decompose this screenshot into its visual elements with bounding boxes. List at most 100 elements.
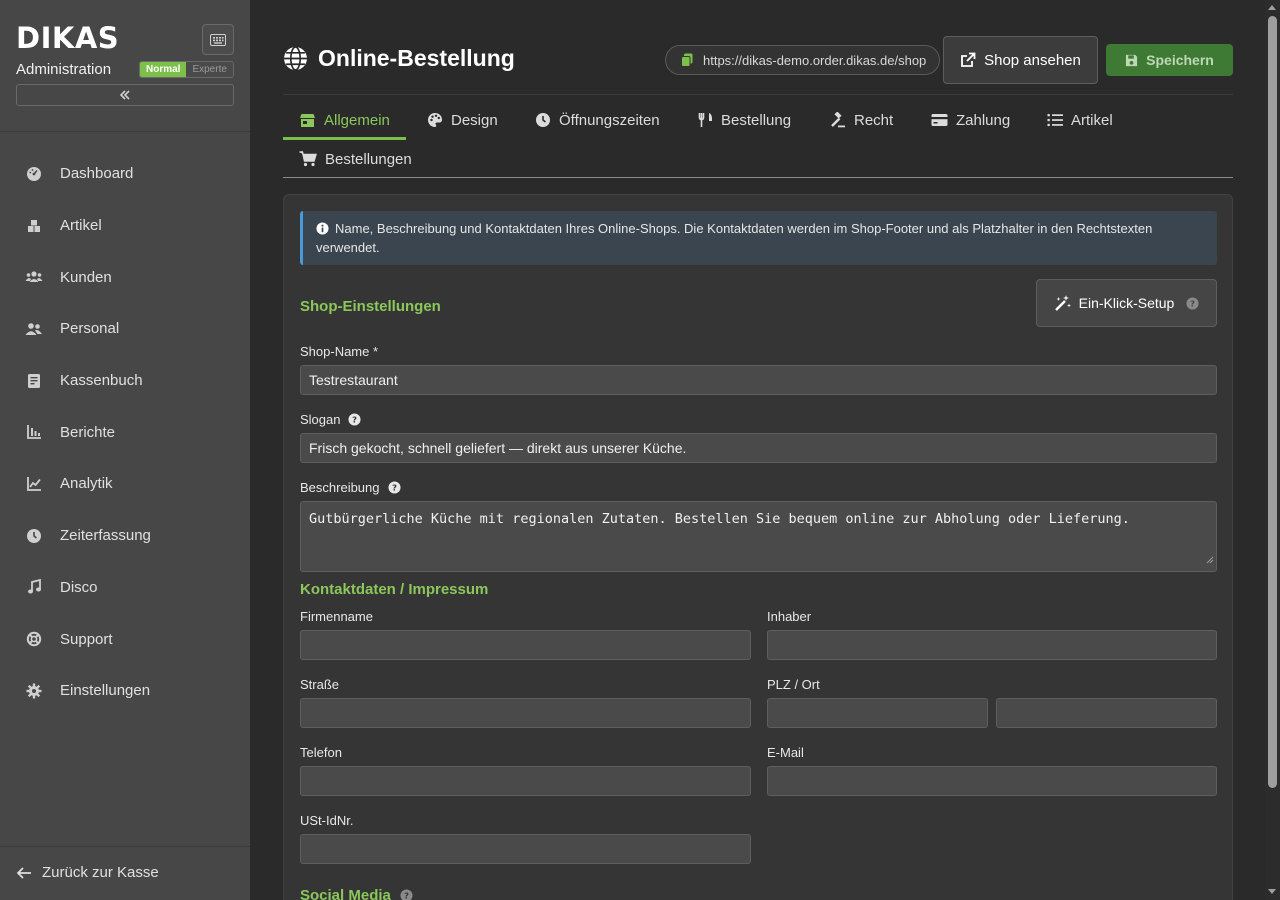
- vat-id-input[interactable]: [300, 834, 751, 864]
- book-icon: [25, 372, 43, 390]
- description-textarea[interactable]: Gutbürgerliche Küche mit regionalen Zuta…: [300, 501, 1217, 572]
- email-input[interactable]: [767, 766, 1217, 796]
- logo-text: DIKAS: [16, 21, 120, 55]
- tab-bestellungen[interactable]: Bestellungen: [283, 140, 428, 178]
- tab-recht[interactable]: Recht: [814, 101, 909, 139]
- sidebar-item-label: Support: [60, 630, 113, 648]
- company-input[interactable]: [300, 630, 751, 660]
- help-icon[interactable]: ?: [387, 481, 401, 494]
- description-label-text: Beschreibung: [300, 480, 380, 495]
- globe-icon: [283, 46, 308, 71]
- shop-name-label: Shop-Name *: [300, 344, 378, 359]
- company-label: Firmenname: [300, 609, 373, 624]
- magic-wand-icon: [1054, 294, 1072, 312]
- mode-expert-button[interactable]: Experte: [186, 62, 233, 77]
- tab-label: Öffnungszeiten: [559, 111, 660, 129]
- section-title-shop-settings: Shop-Einstellungen: [300, 298, 441, 315]
- music-icon: [25, 578, 43, 596]
- slogan-label-text: Slogan: [300, 412, 341, 427]
- slogan-input[interactable]: Frisch gekocht, schnell geliefert — dire…: [300, 433, 1217, 463]
- tab-oeffnungszeiten[interactable]: Öffnungszeiten: [519, 101, 676, 139]
- sidebar-item-personal[interactable]: Personal: [0, 303, 250, 355]
- social-title-text: Social Media: [300, 887, 391, 900]
- sidebar-item-berichte[interactable]: Berichte: [0, 406, 250, 458]
- staff-icon: [25, 320, 43, 338]
- one-click-setup-label: Ein-Klick-Setup: [1078, 295, 1175, 311]
- street-label: Straße: [300, 677, 340, 692]
- external-link-icon: [960, 52, 976, 68]
- logo: DIKAS: [16, 22, 119, 54]
- sidebar-item-kunden[interactable]: Kunden: [0, 251, 250, 303]
- sidebar-divider: [0, 846, 250, 847]
- svg-text:?: ?: [392, 483, 397, 493]
- tab-artikel[interactable]: Artikel: [1031, 101, 1129, 139]
- keyboard-icon: [210, 33, 226, 46]
- users-icon: [25, 268, 43, 286]
- shop-url-pill[interactable]: https://dikas-demo.order.dikas.de/shop: [665, 45, 941, 75]
- tab-label: Bestellung: [721, 111, 792, 129]
- collapse-sidebar-button[interactable]: [16, 84, 234, 106]
- utensils-icon: [698, 112, 713, 128]
- tab-bestellung[interactable]: Bestellung: [682, 101, 807, 139]
- sidebar-item-label: Dashboard: [60, 165, 134, 183]
- help-icon[interactable]: ?: [348, 413, 362, 426]
- zip-input[interactable]: [767, 698, 988, 728]
- zip-city-label: PLZ / Ort: [767, 677, 820, 692]
- sidebar-item-analytik[interactable]: Analytik: [0, 458, 250, 510]
- sidebar: DIKAS Administration Normal Experte Dash…: [0, 0, 250, 900]
- city-input[interactable]: [996, 698, 1217, 728]
- tab-design[interactable]: Design: [411, 101, 514, 139]
- one-click-setup-button[interactable]: Ein-Klick-Setup ?: [1036, 279, 1217, 327]
- page-scrollbar[interactable]: [1265, 0, 1280, 900]
- save-button[interactable]: Speichern: [1106, 44, 1233, 76]
- description-text: Gutbürgerliche Küche mit regionalen Zuta…: [309, 511, 1130, 527]
- floppy-disk-icon: [1125, 54, 1138, 67]
- sidebar-item-support[interactable]: Support: [0, 613, 250, 665]
- street-input[interactable]: [300, 698, 751, 728]
- help-icon[interactable]: ?: [1186, 296, 1199, 310]
- svg-text:?: ?: [404, 891, 409, 900]
- sidebar-item-disco[interactable]: Disco: [0, 562, 250, 614]
- sidebar-divider: [0, 131, 250, 132]
- sidebar-item-label: Disco: [60, 578, 98, 596]
- line-chart-icon: [25, 475, 43, 493]
- settings-panel: Name, Beschreibung und Kontaktdaten Ihre…: [283, 194, 1233, 900]
- save-label: Speichern: [1146, 52, 1214, 68]
- tab-label: Recht: [854, 111, 894, 129]
- tab-bar: Allgemein Design Öffnungszeiten Bestellu…: [283, 100, 1233, 178]
- scroll-up-icon[interactable]: [1268, 5, 1276, 10]
- info-icon: [316, 222, 329, 235]
- resize-grip-icon[interactable]: [1206, 551, 1214, 569]
- sidebar-item-kassenbuch[interactable]: Kassenbuch: [0, 355, 250, 407]
- clock-icon: [535, 112, 551, 128]
- list-icon: [1047, 113, 1063, 127]
- tab-zahlung[interactable]: Zahlung: [915, 101, 1026, 139]
- phone-input[interactable]: [300, 766, 751, 796]
- slogan-label: Slogan ?: [300, 412, 362, 427]
- tab-label: Allgemein: [324, 111, 390, 129]
- double-chevron-left-icon: [119, 89, 131, 101]
- svg-text:?: ?: [353, 415, 358, 425]
- sidebar-item-artikel[interactable]: Artikel: [0, 200, 250, 252]
- app-subtitle: Administration: [16, 61, 112, 78]
- info-alert: Name, Beschreibung und Kontaktdaten Ihre…: [300, 211, 1217, 265]
- view-shop-label: Shop ansehen: [984, 51, 1081, 69]
- help-icon[interactable]: ?: [400, 889, 413, 900]
- sidebar-item-einstellungen[interactable]: Einstellungen: [0, 665, 250, 717]
- phone-label: Telefon: [300, 745, 342, 760]
- sidebar-item-dashboard[interactable]: Dashboard: [0, 148, 250, 200]
- scroll-down-icon[interactable]: [1268, 889, 1276, 894]
- tab-allgemein[interactable]: Allgemein: [283, 101, 406, 140]
- vat-id-label: USt-IdNr.: [300, 813, 354, 828]
- tab-label: Zahlung: [956, 111, 1011, 129]
- shop-name-input[interactable]: Testrestaurant: [300, 365, 1217, 395]
- sidebar-item-zeiterfassung[interactable]: Zeiterfassung: [0, 510, 250, 562]
- scrollbar-thumb[interactable]: [1268, 16, 1277, 788]
- box-icon: [25, 217, 43, 235]
- back-to-pos-link[interactable]: Zurück zur Kasse: [17, 864, 159, 881]
- view-shop-button[interactable]: Shop ansehen: [943, 36, 1098, 84]
- keyboard-shortcuts-button[interactable]: [202, 24, 234, 55]
- owner-input[interactable]: [767, 630, 1217, 660]
- sidebar-item-label: Zeiterfassung: [60, 527, 151, 545]
- mode-normal-button[interactable]: Normal: [140, 62, 187, 77]
